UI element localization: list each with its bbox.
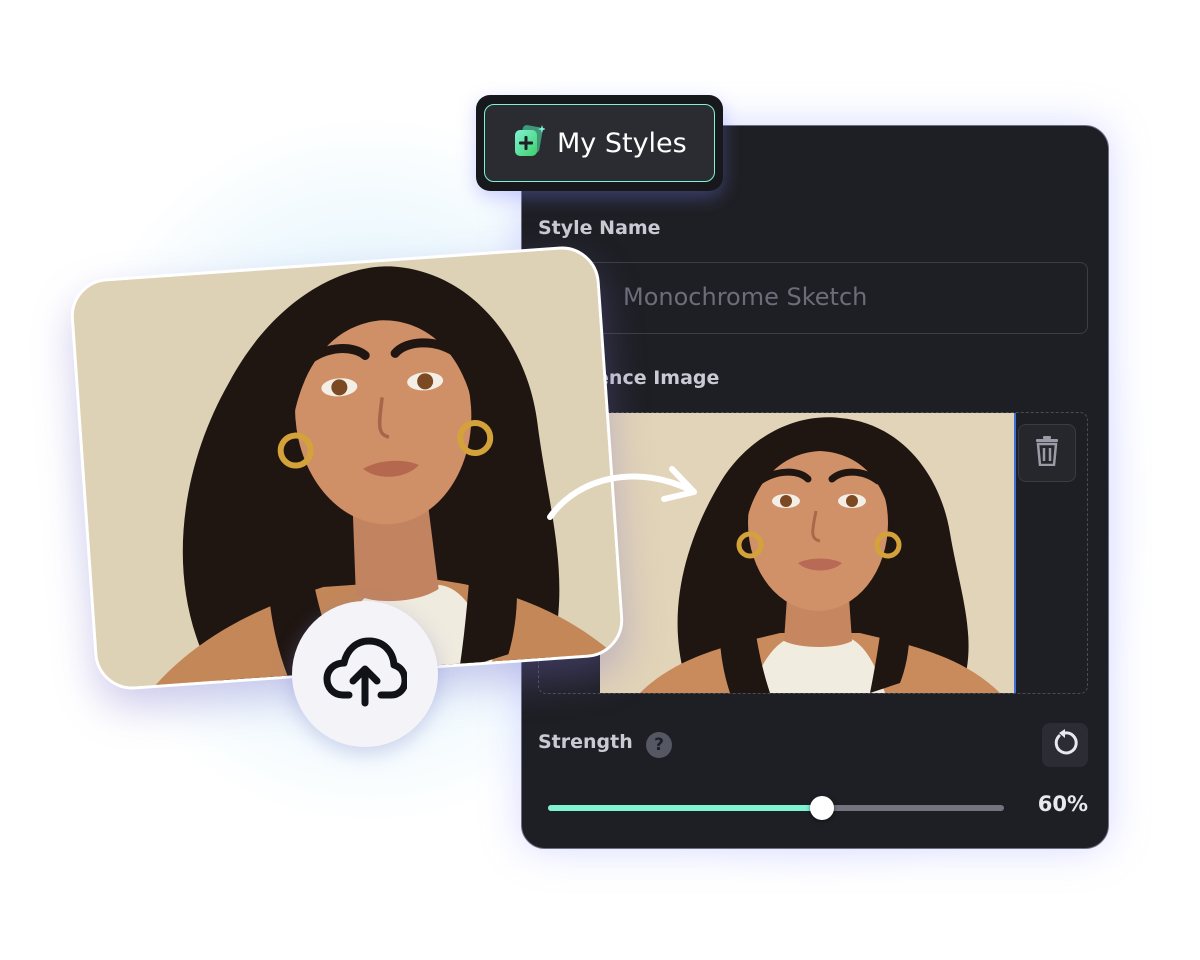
delete-image-button[interactable] (1018, 424, 1076, 482)
trash-icon (1034, 436, 1060, 470)
strength-value: 60% (1037, 792, 1088, 816)
add-style-icon (513, 124, 546, 162)
style-name-label: Style Name (538, 217, 661, 239)
strength-slider-fill (548, 805, 822, 811)
upload-button[interactable] (292, 601, 438, 747)
cloud-upload-icon (323, 637, 409, 711)
reset-strength-button[interactable] (1042, 723, 1088, 767)
strength-label: Strength (538, 731, 633, 753)
strength-slider-thumb[interactable] (809, 796, 834, 820)
style-name-input[interactable]: Monochrome Sketch (538, 262, 1088, 334)
my-styles-tab[interactable]: My Styles (476, 95, 723, 191)
reset-icon (1051, 729, 1079, 761)
strength-slider[interactable] (548, 796, 1004, 820)
curved-arrow-icon (540, 455, 710, 539)
help-icon[interactable]: ? (646, 732, 672, 758)
page-title: My Styles (557, 127, 687, 159)
